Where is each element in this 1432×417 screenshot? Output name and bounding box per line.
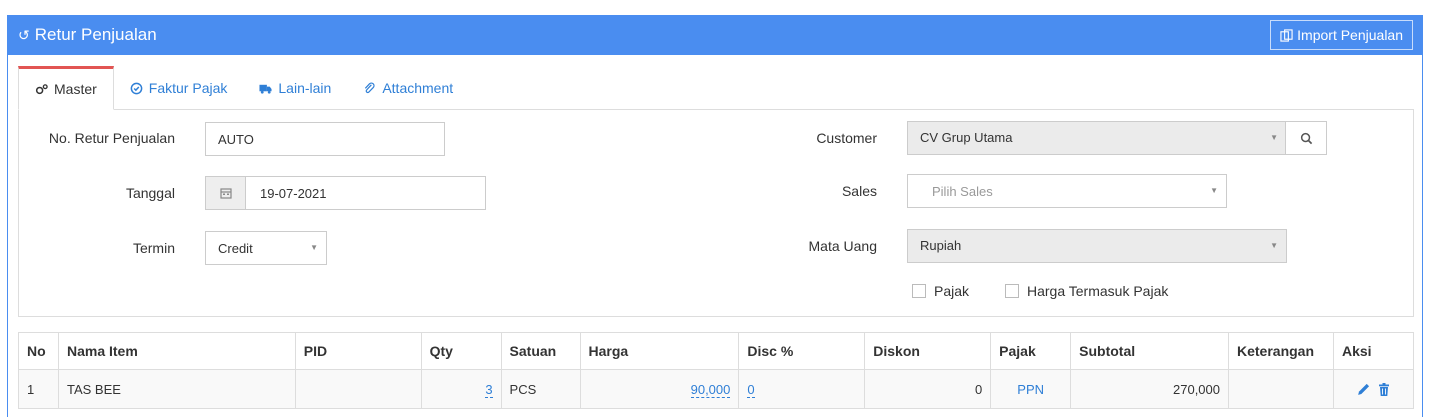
col-pajak: Pajak bbox=[990, 332, 1072, 370]
table-row: 1 TAS BEE 3 PCS 90,000 0 0 PPN 270,000 bbox=[18, 369, 1415, 409]
chevron-down-icon: ▼ bbox=[1210, 186, 1218, 195]
panel-header: ↺ Retur Penjualan Import Penjualan bbox=[8, 16, 1422, 55]
sales-placeholder: Pilih Sales bbox=[932, 183, 993, 199]
harga-termasuk-pajak-checkbox-box[interactable] bbox=[1005, 284, 1019, 298]
cell-subtotal: 270,000 bbox=[1070, 369, 1229, 409]
customer-value: CV Grup Utama bbox=[920, 130, 1013, 145]
import-penjualan-button[interactable]: Import Penjualan bbox=[1270, 20, 1413, 50]
termin-value: Credit bbox=[218, 240, 253, 256]
tab-attachment-label: Attachment bbox=[382, 80, 454, 96]
tab-faktur-pajak[interactable]: Faktur Pajak bbox=[114, 66, 244, 110]
tanggal-input[interactable]: 19-07-2021 bbox=[205, 176, 486, 210]
mata-uang-select[interactable]: Rupiah ▼ bbox=[907, 229, 1287, 263]
check-circle-icon bbox=[130, 82, 143, 94]
undo-icon: ↺ bbox=[18, 26, 30, 43]
tab-lain-lain[interactable]: Lain-lain bbox=[243, 66, 347, 110]
panel-title-text: Retur Penjualan bbox=[34, 25, 157, 44]
master-form: No. Retur Penjualan AUTO Tanggal 19-07-2… bbox=[18, 109, 1414, 317]
sales-label: Sales bbox=[841, 183, 877, 199]
mata-uang-value: Rupiah bbox=[920, 238, 962, 253]
col-qty: Qty bbox=[420, 332, 502, 370]
cell-disc[interactable]: 0 bbox=[738, 369, 866, 409]
cell-nama-item: TAS BEE bbox=[57, 369, 296, 409]
trash-icon[interactable] bbox=[1377, 382, 1391, 397]
pajak-checkbox-box[interactable] bbox=[912, 284, 926, 298]
col-harga: Harga bbox=[579, 332, 740, 370]
customer-search-button[interactable] bbox=[1285, 121, 1327, 155]
col-diskon: Diskon bbox=[864, 332, 992, 370]
tab-lain-lain-label: Lain-lain bbox=[278, 80, 332, 96]
col-subtotal: Subtotal bbox=[1070, 332, 1229, 370]
col-aksi: Aksi bbox=[1332, 332, 1415, 370]
tab-master-label: Master bbox=[54, 81, 97, 97]
chevron-down-icon: ▼ bbox=[310, 243, 318, 252]
table-header-row: No Nama Item PID Qty Satuan Harga Disc %… bbox=[18, 332, 1415, 370]
cell-no: 1 bbox=[18, 369, 59, 409]
sales-select[interactable]: Pilih Sales ▼ bbox=[907, 174, 1227, 208]
cell-satuan: PCS bbox=[500, 369, 581, 409]
harga-termasuk-pajak-label: Harga Termasuk Pajak bbox=[1027, 283, 1169, 299]
chevron-down-icon: ▼ bbox=[1270, 241, 1278, 250]
tab-attachment[interactable]: Attachment bbox=[347, 66, 469, 110]
paperclip-icon bbox=[365, 82, 375, 93]
import-penjualan-label: Import Penjualan bbox=[1297, 27, 1403, 43]
pencil-icon[interactable] bbox=[1356, 382, 1371, 397]
cell-diskon: 0 bbox=[864, 369, 992, 409]
mata-uang-label: Mata Uang bbox=[808, 238, 877, 254]
cell-harga[interactable]: 90,000 bbox=[579, 369, 740, 409]
truck-icon bbox=[259, 84, 272, 94]
retur-penjualan-panel: ↺ Retur Penjualan Import Penjualan Maste… bbox=[7, 15, 1423, 417]
cell-keterangan[interactable] bbox=[1228, 369, 1334, 409]
col-satuan: Satuan bbox=[500, 332, 581, 370]
cell-qty[interactable]: 3 bbox=[420, 369, 502, 409]
col-nama-item: Nama Item bbox=[57, 332, 296, 370]
pajak-link[interactable]: PPN bbox=[1017, 382, 1044, 397]
col-keterangan: Keterangan bbox=[1228, 332, 1334, 370]
copy-icon bbox=[1280, 28, 1293, 42]
cogs-icon bbox=[35, 83, 48, 94]
cell-pid[interactable] bbox=[294, 369, 422, 409]
col-no: No bbox=[18, 332, 59, 370]
pajak-checkbox-label: Pajak bbox=[934, 283, 970, 299]
termin-label: Termin bbox=[132, 240, 175, 256]
tanggal-value: 19-07-2021 bbox=[260, 185, 327, 201]
panel-title: ↺ Retur Penjualan bbox=[18, 25, 157, 45]
harga-termasuk-pajak-checkbox[interactable]: Harga Termasuk Pajak bbox=[1005, 283, 1168, 299]
customer-label: Customer bbox=[816, 130, 877, 146]
row-actions bbox=[1342, 382, 1405, 397]
harga-editable[interactable]: 90,000 bbox=[690, 381, 731, 398]
qty-editable[interactable]: 3 bbox=[485, 381, 493, 398]
cell-aksi bbox=[1332, 369, 1415, 409]
termin-select[interactable]: Credit ▼ bbox=[205, 231, 327, 265]
disc-editable[interactable]: 0 bbox=[747, 381, 755, 398]
chevron-down-icon: ▼ bbox=[1270, 133, 1278, 142]
no-retur-value: AUTO bbox=[218, 131, 254, 147]
item-table: No Nama Item PID Qty Satuan Harga Disc %… bbox=[18, 332, 1415, 409]
cell-pajak[interactable]: PPN bbox=[990, 369, 1072, 409]
tab-faktur-pajak-label: Faktur Pajak bbox=[148, 80, 228, 96]
tanggal-label: Tanggal bbox=[125, 185, 175, 201]
customer-select[interactable]: CV Grup Utama ▼ bbox=[907, 121, 1287, 155]
pajak-checkbox[interactable]: Pajak bbox=[912, 283, 969, 299]
no-retur-input[interactable]: AUTO bbox=[205, 122, 445, 156]
tab-master[interactable]: Master bbox=[18, 66, 114, 110]
tab-bar: Master Faktur Pajak Lain-lain Attachment bbox=[18, 66, 469, 110]
col-disc: Disc % bbox=[738, 332, 866, 370]
search-icon bbox=[1300, 132, 1312, 144]
calendar-icon[interactable] bbox=[206, 177, 246, 209]
no-retur-label: No. Retur Penjualan bbox=[48, 130, 175, 146]
col-pid: PID bbox=[294, 332, 422, 370]
